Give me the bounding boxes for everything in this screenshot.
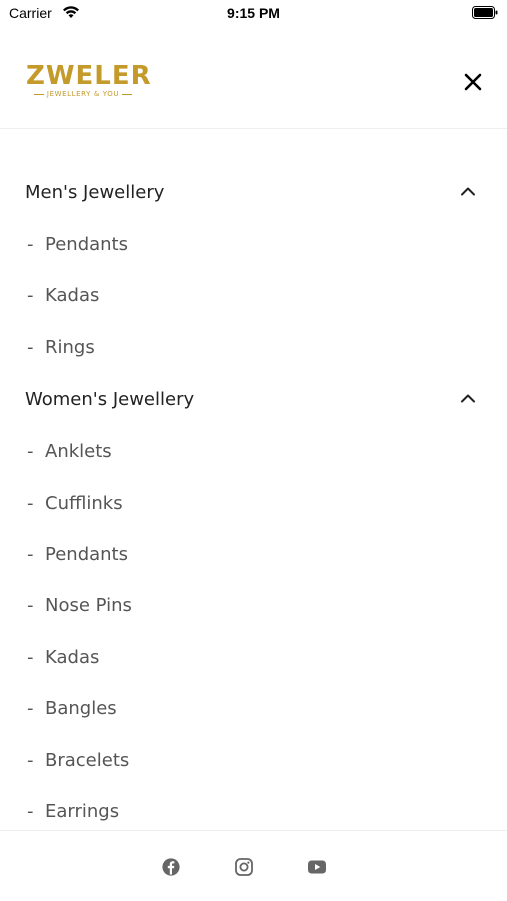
item-prefix: -	[27, 646, 34, 668]
close-icon[interactable]	[463, 72, 483, 92]
menu-item-label: Earrings	[45, 800, 120, 822]
menu-item-womens-bangles[interactable]: - Bangles	[0, 682, 507, 733]
menu-item-label: Cufflinks	[45, 492, 123, 514]
item-prefix: -	[27, 441, 34, 463]
item-prefix: -	[27, 749, 34, 771]
chevron-up-icon[interactable]	[460, 393, 476, 403]
menu-item-womens-anklets[interactable]: - Anklets	[0, 425, 507, 476]
item-prefix: -	[27, 285, 34, 307]
menu-item-mens-rings[interactable]: - Rings	[0, 321, 507, 372]
item-prefix: -	[27, 800, 34, 822]
item-prefix: -	[27, 336, 34, 358]
menu-item-label: Rings	[45, 336, 95, 358]
menu-item-womens-pendants[interactable]: - Pendants	[0, 528, 507, 579]
section-title: Men's Jewellery	[25, 182, 165, 203]
logo-tagline: JEWELLERY & YOU	[26, 90, 140, 98]
battery-icon	[472, 6, 498, 19]
menu-item-mens-kadas[interactable]: - Kadas	[0, 269, 507, 320]
logo-text: ZWELER	[26, 61, 152, 91]
menu-item-womens-earrings[interactable]: - Earrings	[0, 785, 507, 830]
menu-item-label: Bangles	[45, 698, 117, 720]
status-bar: Carrier 9:15 PM	[0, 0, 507, 28]
social-footer	[0, 830, 507, 901]
menu-header: ZWELER JEWELLERY & YOU	[0, 48, 507, 129]
menu-item-label: Anklets	[45, 441, 112, 463]
section-header-womens[interactable]: Women's Jewellery	[0, 375, 507, 425]
menu-item-label: Kadas	[45, 285, 100, 307]
menu-item-womens-kadas[interactable]: - Kadas	[0, 631, 507, 682]
menu-item-label: Kadas	[45, 646, 100, 668]
chevron-up-icon[interactable]	[460, 186, 476, 196]
instagram-icon[interactable]	[234, 857, 254, 877]
section-header-mens[interactable]: Men's Jewellery	[0, 168, 507, 218]
item-prefix: -	[27, 698, 34, 720]
facebook-icon[interactable]	[161, 857, 181, 877]
menu-item-label: Nose Pins	[45, 595, 132, 617]
item-prefix: -	[27, 492, 34, 514]
menu-item-label: Bracelets	[45, 749, 130, 771]
menu-item-womens-bracelets[interactable]: - Bracelets	[0, 734, 507, 785]
menu-item-label: Pendants	[45, 234, 128, 255]
menu-item-womens-cufflinks[interactable]: - Cufflinks	[0, 477, 507, 528]
section-title: Women's Jewellery	[25, 389, 195, 411]
youtube-icon[interactable]	[307, 857, 327, 877]
menu-item-womens-nose-pins[interactable]: - Nose Pins	[0, 579, 507, 630]
category-menu: Men's Jewellery - Pendants - Kadas - Rin…	[0, 168, 507, 830]
menu-item-label: Pendants	[45, 543, 128, 565]
item-prefix: -	[27, 234, 34, 255]
clock: 9:15 PM	[227, 5, 280, 21]
item-prefix: -	[27, 595, 34, 617]
brand-logo[interactable]: ZWELER JEWELLERY & YOU	[26, 62, 151, 102]
menu-item-mens-pendants[interactable]: - Pendants	[0, 218, 507, 269]
item-prefix: -	[27, 543, 34, 565]
